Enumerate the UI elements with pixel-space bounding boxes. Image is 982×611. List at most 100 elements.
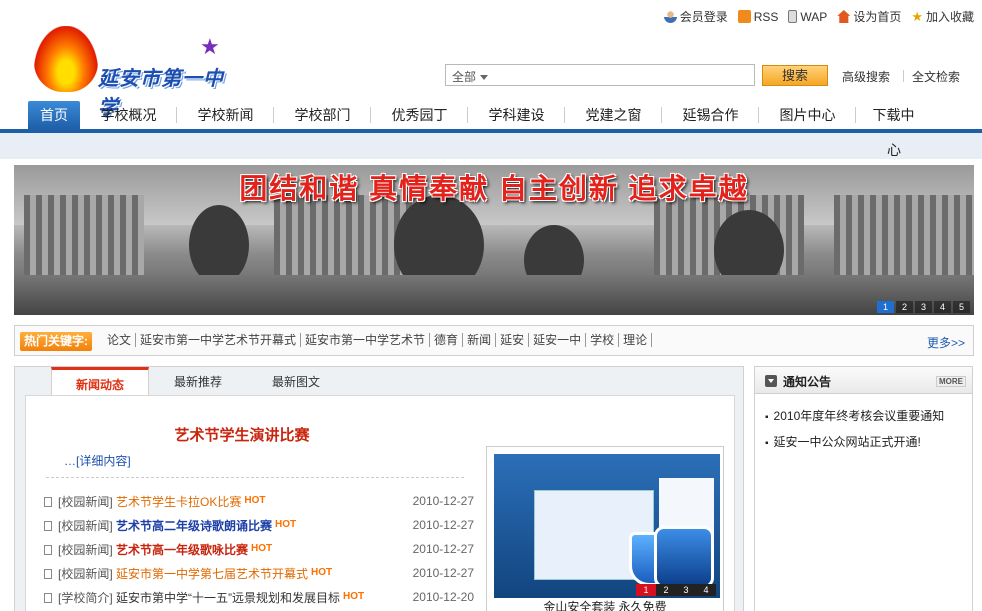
- nav-item-news[interactable]: 学校新闻: [177, 101, 274, 129]
- promo-page-3[interactable]: 3: [676, 584, 696, 596]
- site-logo[interactable]: ★ 延安市第一中学: [34, 22, 244, 119]
- phone-icon: [788, 10, 798, 23]
- more-keywords-link[interactable]: 更多>>: [927, 334, 965, 351]
- banner-page-1[interactable]: 1: [877, 301, 894, 313]
- add-favorite-link[interactable]: ★ 加入收藏: [911, 8, 974, 25]
- tab-news[interactable]: 新闻动态: [51, 367, 149, 395]
- star-icon: ★: [200, 34, 220, 59]
- news-title[interactable]: 艺术节高二年级诗歌朗诵比赛: [116, 519, 272, 533]
- news-category[interactable]: [学校简介]: [58, 591, 113, 605]
- banner-page-3[interactable]: 3: [915, 301, 932, 313]
- headline-link[interactable]: 艺术节学生演讲比赛: [26, 424, 458, 445]
- banner-slogan: 团结和谐 真情奉献 自主创新 追求卓越: [239, 173, 749, 204]
- list-item[interactable]: 2010年度年终考核会议重要通知: [765, 404, 972, 430]
- list-item[interactable]: [校园新闻] 艺术节高二年级诗歌朗诵比赛 HOT 2010-12-27: [44, 513, 474, 537]
- promo-slideshow[interactable]: 1 2 3 4 金山安全套装 永久免费: [486, 446, 724, 611]
- divider: [903, 70, 904, 82]
- banner-page-4[interactable]: 4: [934, 301, 951, 313]
- list-item[interactable]: [学校简介] 延安市第中学“十一五”远景规划和发展目标 HOT 2010-12-20: [44, 585, 474, 609]
- star-icon: ★: [911, 9, 923, 24]
- notice-header: 通知公告 MORE: [755, 367, 972, 394]
- collapse-icon[interactable]: [765, 375, 777, 387]
- banner-page-2[interactable]: 2: [896, 301, 913, 313]
- banner-pager: 1 2 3 4 5: [877, 301, 970, 313]
- promo-page-4[interactable]: 4: [696, 584, 716, 596]
- promo-caption[interactable]: 金山安全套装 永久免费: [487, 598, 723, 611]
- news-title[interactable]: 艺术节学生卡拉OK比赛: [116, 495, 241, 509]
- news-title[interactable]: 艺术节高一年级歌咏比赛: [116, 543, 248, 557]
- keyword-link[interactable]: 理论: [619, 333, 653, 347]
- user-icon: [663, 10, 677, 23]
- nav-item-pictures[interactable]: 图片中心: [759, 101, 856, 129]
- news-tabs: 新闻动态 最新推荐 最新图文: [51, 367, 345, 395]
- shield-icon: [654, 526, 714, 588]
- list-item[interactable]: [校园新闻] 艺术节高一年级歌咏比赛 HOT 2010-12-27: [44, 537, 474, 561]
- banner-ground: [14, 275, 974, 315]
- keyword-link[interactable]: 延安市第一中学艺术节开幕式: [136, 333, 302, 347]
- news-date: 2010-12-20: [412, 590, 474, 604]
- hot-badge: HOT: [311, 567, 333, 578]
- news-panel: 新闻动态 最新推荐 最新图文 艺术节学生演讲比赛 …[详细内容] [校园新闻] …: [14, 366, 744, 611]
- notice-panel: 通知公告 MORE 2010年度年终考核会议重要通知 延安一中公众网站正式开通!: [754, 366, 973, 611]
- news-category[interactable]: [校园新闻]: [58, 543, 113, 557]
- nav-item-overview[interactable]: 学校概况: [80, 101, 177, 129]
- home-icon: [837, 10, 851, 23]
- tab-latest-images[interactable]: 最新图文: [247, 367, 345, 395]
- nav-item-departments[interactable]: 学校部门: [274, 101, 371, 129]
- hot-badge: HOT: [275, 519, 297, 530]
- main-nav: 首页 学校概况 学校新闻 学校部门 优秀园丁 学科建设 党建之窗 延锡合作 图片…: [0, 101, 982, 134]
- list-item[interactable]: 延安一中公众网站正式开通!: [765, 430, 972, 456]
- news-category[interactable]: [校园新闻]: [58, 519, 113, 533]
- nav-item-downloads[interactable]: 下载中: [856, 101, 931, 129]
- more-button[interactable]: MORE: [936, 376, 966, 387]
- keyword-link[interactable]: 德育: [430, 333, 464, 347]
- news-category[interactable]: [校园新闻]: [58, 495, 113, 509]
- nav-item-home[interactable]: 首页: [28, 101, 80, 129]
- keyword-link[interactable]: 论文: [103, 333, 137, 347]
- list-item[interactable]: [校园新闻] 延安市第一中学第七届艺术节开幕式 HOT 2010-12-27: [44, 561, 474, 585]
- notice-list: 2010年度年终考核会议重要通知 延安一中公众网站正式开通!: [755, 394, 972, 456]
- news-content: 艺术节学生演讲比赛 …[详细内容] [校园新闻] 艺术节学生卡拉OK比赛 HOT 2…: [25, 395, 735, 611]
- document-icon: [44, 545, 52, 555]
- advanced-search-link[interactable]: 高级搜索: [842, 68, 890, 85]
- search-button[interactable]: 搜索: [762, 65, 828, 86]
- building-image: [24, 195, 144, 275]
- tab-recommended[interactable]: 最新推荐: [149, 367, 247, 395]
- keyword-link[interactable]: 学校: [586, 333, 620, 347]
- news-category[interactable]: [校园新闻]: [58, 567, 113, 581]
- keyword-link[interactable]: 延安: [496, 333, 530, 347]
- detail-link[interactable]: …[详细内容]: [64, 452, 131, 469]
- nav-item-cooperation[interactable]: 延锡合作: [662, 101, 759, 129]
- banner-slideshow[interactable]: 团结和谐 真情奉献 自主创新 追求卓越 1 2 3 4 5: [14, 165, 974, 315]
- news-title[interactable]: 延安市第一中学第七届艺术节开幕式: [116, 567, 308, 581]
- nav-item-downloads-wrap[interactable]: 心: [887, 140, 901, 160]
- wap-link[interactable]: WAP: [788, 8, 827, 25]
- hot-badge: HOT: [251, 543, 273, 554]
- banner-page-5[interactable]: 5: [953, 301, 970, 313]
- hot-keywords-list: 论文 延安市第一中学艺术节开幕式 延安市第一中学艺术节 德育 新闻 延安 延安一…: [103, 333, 653, 347]
- hot-keywords-label: 热门关键字:: [20, 332, 92, 351]
- keyword-link[interactable]: 延安一中: [529, 333, 587, 347]
- promo-page-2[interactable]: 2: [656, 584, 676, 596]
- promo-pager: 1 2 3 4: [636, 584, 716, 596]
- nav-item-party[interactable]: 党建之窗: [565, 101, 662, 129]
- divider: [46, 477, 464, 478]
- list-item[interactable]: [校园新闻] 艺术节学生卡拉OK比赛 HOT 2010-12-27: [44, 489, 474, 513]
- nav-item-teachers[interactable]: 优秀园丁: [371, 101, 468, 129]
- nav-item-subjects[interactable]: 学科建设: [468, 101, 565, 129]
- top-links: 会员登录 RSS WAP 设为首页 ★ 加入收藏: [663, 8, 974, 25]
- news-date: 2010-12-27: [412, 566, 474, 580]
- login-link[interactable]: 会员登录: [663, 8, 728, 25]
- promo-page-1[interactable]: 1: [636, 584, 656, 596]
- keyword-link[interactable]: 延安市第一中学艺术节: [301, 333, 431, 347]
- flame-logo-icon: [34, 26, 98, 92]
- building-image: [834, 195, 974, 275]
- set-home-link[interactable]: 设为首页: [837, 8, 901, 25]
- news-title[interactable]: 延安市第中学“十一五”远景规划和发展目标: [116, 591, 340, 605]
- tree-image: [189, 205, 249, 285]
- rss-link[interactable]: RSS: [737, 8, 778, 25]
- promo-image: [494, 454, 720, 598]
- fulltext-search-link[interactable]: 全文检索: [912, 68, 960, 85]
- search-scope-select[interactable]: 全部: [445, 64, 755, 86]
- keyword-link[interactable]: 新闻: [463, 333, 497, 347]
